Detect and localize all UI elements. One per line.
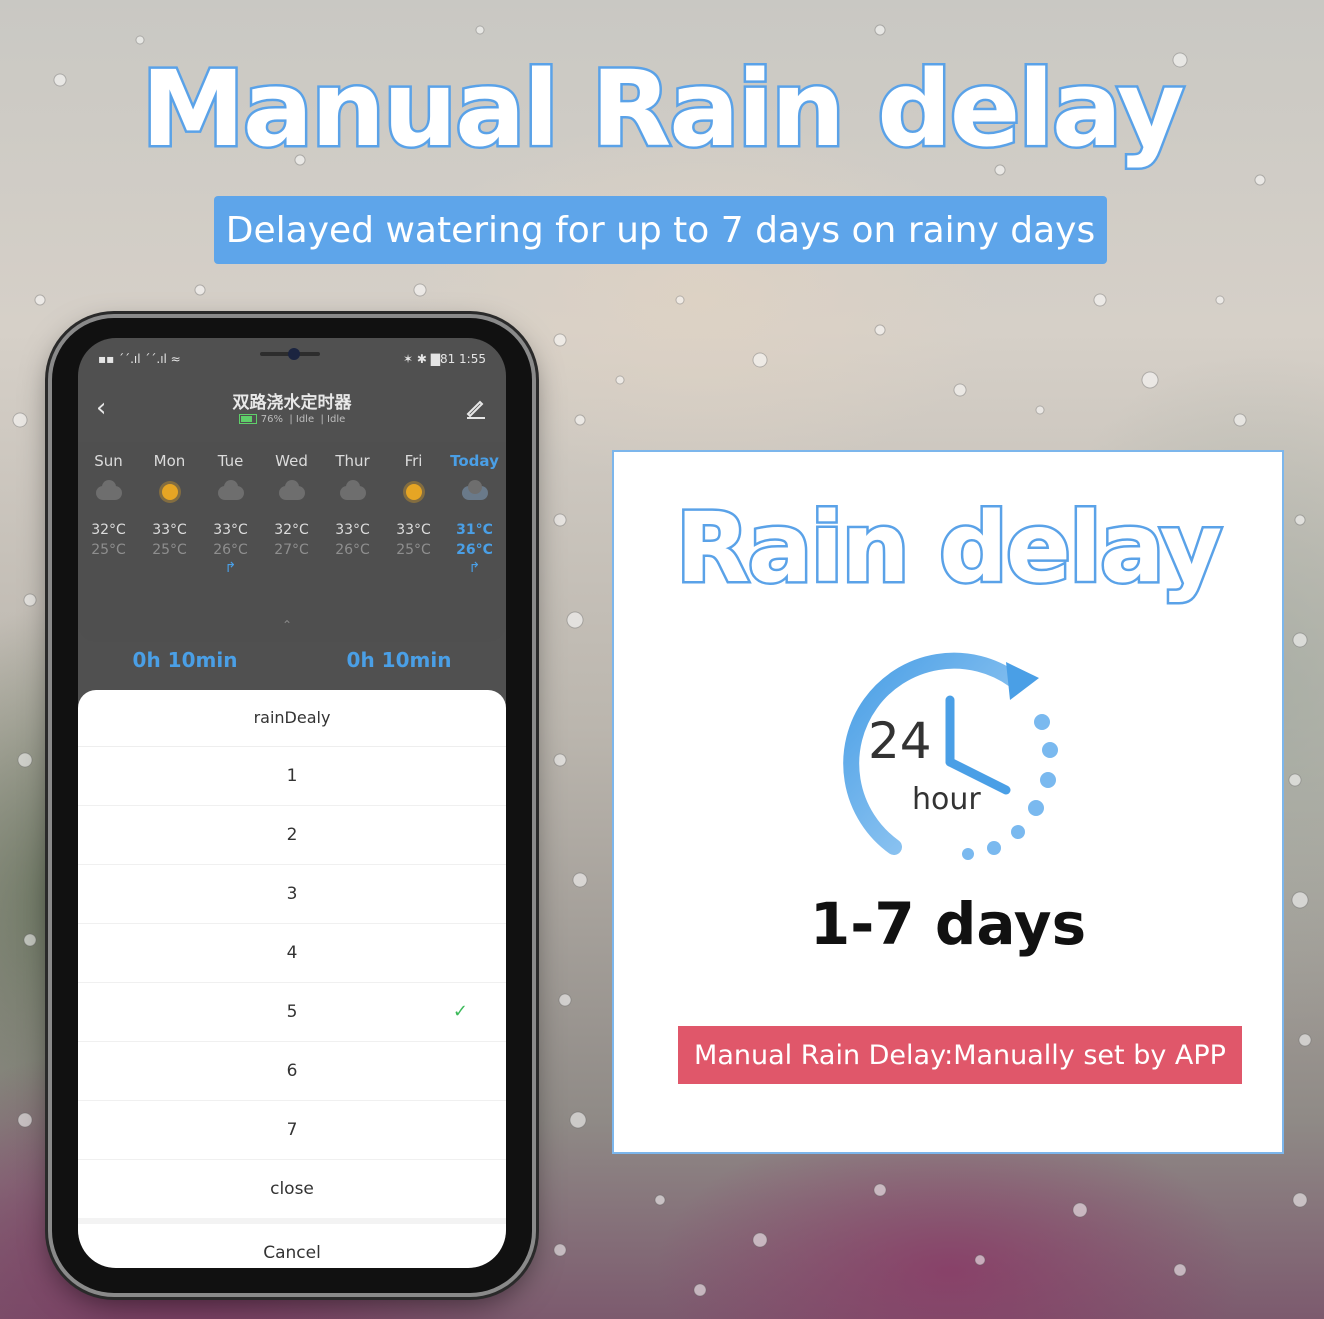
high-temp: 31°C	[456, 522, 493, 538]
option-4[interactable]: 4	[78, 924, 506, 983]
option-label: 2	[286, 825, 298, 845]
sun-icon	[157, 482, 183, 502]
app-header: ‹ 双路浇水定时器 76% | Idle | Idle	[78, 382, 506, 442]
sun-icon	[401, 482, 427, 502]
option-label: 7	[286, 1120, 298, 1140]
close-label: close	[270, 1179, 314, 1199]
forecast-day-sun: Sun 32°C 25°C	[78, 442, 139, 578]
rain-indicator-icon: ↱	[468, 560, 481, 576]
high-temp: 33°C	[335, 522, 370, 538]
low-temp: 25°C	[152, 542, 187, 558]
cancel-button[interactable]: Cancel	[78, 1224, 506, 1268]
front-camera	[288, 348, 300, 360]
headline: Manual Rain delay	[139, 46, 1187, 173]
battery-icon	[238, 414, 257, 424]
high-temp: 33°C	[152, 522, 187, 538]
rain-indicator-icon	[78, 560, 139, 578]
option-label: 3	[286, 884, 298, 904]
low-temp: 26°C	[456, 542, 493, 558]
option-label: 1	[286, 766, 298, 786]
clock-unit: hour	[912, 782, 981, 817]
forecast-day-tue: Tue 33°C 26°C ↱	[200, 442, 261, 578]
collapse-chevron-icon[interactable]: ⌃	[282, 618, 292, 632]
rain-delay-picker-sheet: rainDealy 1 2 3 4 5 ✓ 6 7 close Cancel	[78, 690, 506, 1268]
high-temp: 32°C	[274, 522, 309, 538]
day-label: Today	[450, 452, 499, 470]
edit-pencil-icon[interactable]	[464, 396, 488, 420]
day-label: Sun	[94, 452, 123, 470]
manual-delay-note: Manual Rain Delay:Manually set by APP	[678, 1026, 1242, 1084]
zone-2-duration[interactable]: 0h 10min	[292, 644, 506, 680]
option-label: 6	[286, 1061, 298, 1081]
day-label: Mon	[153, 452, 186, 470]
cloud-icon	[217, 480, 244, 502]
low-temp: 27°C	[274, 542, 309, 558]
rain-cloud-icon	[461, 480, 488, 502]
option-3[interactable]: 3	[78, 865, 506, 924]
zone-durations: 0h 10min 0h 10min	[78, 644, 506, 680]
device-title: 双路浇水定时器	[232, 393, 352, 413]
low-temp: 25°C	[91, 542, 126, 558]
option-2[interactable]: 2	[78, 806, 506, 865]
status-bar: ▪▪ ´´.ıl ´´.ıl ≈ ✶ ✱ ▇81 1:55	[78, 338, 506, 382]
rain-indicator-icon	[139, 560, 200, 578]
option-6[interactable]: 6	[78, 1042, 506, 1101]
rain-indicator-icon	[322, 560, 383, 578]
delay-range: 1-7 days	[809, 890, 1087, 958]
low-temp: 25°C	[396, 542, 431, 558]
checkmark-icon: ✓	[452, 1001, 468, 1022]
close-option[interactable]: close	[78, 1160, 506, 1224]
subtitle-banner: Delayed watering for up to 7 days on rai…	[214, 196, 1107, 264]
option-1[interactable]: 1	[78, 747, 506, 806]
device-status-line: 76% | Idle | Idle	[78, 414, 506, 425]
forecast-day-wed: Wed 32°C 27°C	[261, 442, 322, 578]
phone-screen: ▪▪ ´´.ıl ´´.ıl ≈ ✶ ✱ ▇81 1:55 ‹ 双路浇水定时器 …	[78, 338, 506, 1268]
clock-24h-graphic: 24 hour	[824, 642, 1074, 872]
high-temp: 33°C	[213, 522, 248, 538]
option-7[interactable]: 7	[78, 1101, 506, 1160]
forecast-days: Sun 32°C 25°C Mon 33°C 25°C Tue 33°C 26°…	[78, 442, 506, 578]
rain-indicator-icon	[383, 560, 444, 578]
channel-2-state: Idle	[327, 414, 346, 425]
day-label: Tue	[217, 452, 244, 470]
circular-arrow-clock-icon	[843, 652, 1058, 860]
option-label: 4	[286, 943, 298, 963]
day-label: Wed	[275, 452, 308, 470]
option-label: 5	[286, 1002, 298, 1022]
high-temp: 32°C	[91, 522, 126, 538]
rain-indicator-icon: ↱	[224, 560, 237, 576]
zone-1-duration[interactable]: 0h 10min	[78, 644, 292, 680]
card-title: Rain delay	[673, 490, 1225, 607]
forecast-day-mon: Mon 33°C 25°C	[139, 442, 200, 578]
phone-mockup: ▪▪ ´´.ıl ´´.ıl ≈ ✶ ✱ ▇81 1:55 ‹ 双路浇水定时器 …	[52, 318, 532, 1293]
forecast-day-fri: Fri 33°C 25°C	[383, 442, 444, 578]
low-temp: 26°C	[335, 542, 370, 558]
cloud-icon	[339, 480, 366, 502]
option-5-selected[interactable]: 5 ✓	[78, 983, 506, 1042]
clock-number: 24	[868, 712, 932, 770]
day-label: Fri	[404, 452, 423, 470]
day-label: Thur	[335, 452, 370, 470]
high-temp: 33°C	[396, 522, 431, 538]
rain-indicator-icon	[261, 560, 322, 578]
status-time: ✶ ✱ ▇81 1:55	[403, 352, 486, 366]
forecast-day-today: Today 31°C 26°C ↱	[444, 442, 505, 578]
low-temp: 26°C	[213, 542, 248, 558]
status-signal-icons: ▪▪ ´´.ıl ´´.ıl ≈	[98, 352, 181, 366]
battery-level: 76%	[260, 414, 283, 425]
cloud-icon	[95, 480, 122, 502]
weather-forecast-card: Sun 32°C 25°C Mon 33°C 25°C Tue 33°C 26°…	[78, 442, 506, 642]
sheet-title: rainDealy	[78, 690, 506, 747]
forecast-day-thur: Thur 33°C 26°C	[322, 442, 383, 578]
cloud-icon	[278, 480, 305, 502]
rain-delay-info-card: Rain delay 24 hour 1-7 days Manual Rain …	[612, 450, 1284, 1154]
channel-1-state: Idle	[295, 414, 315, 425]
